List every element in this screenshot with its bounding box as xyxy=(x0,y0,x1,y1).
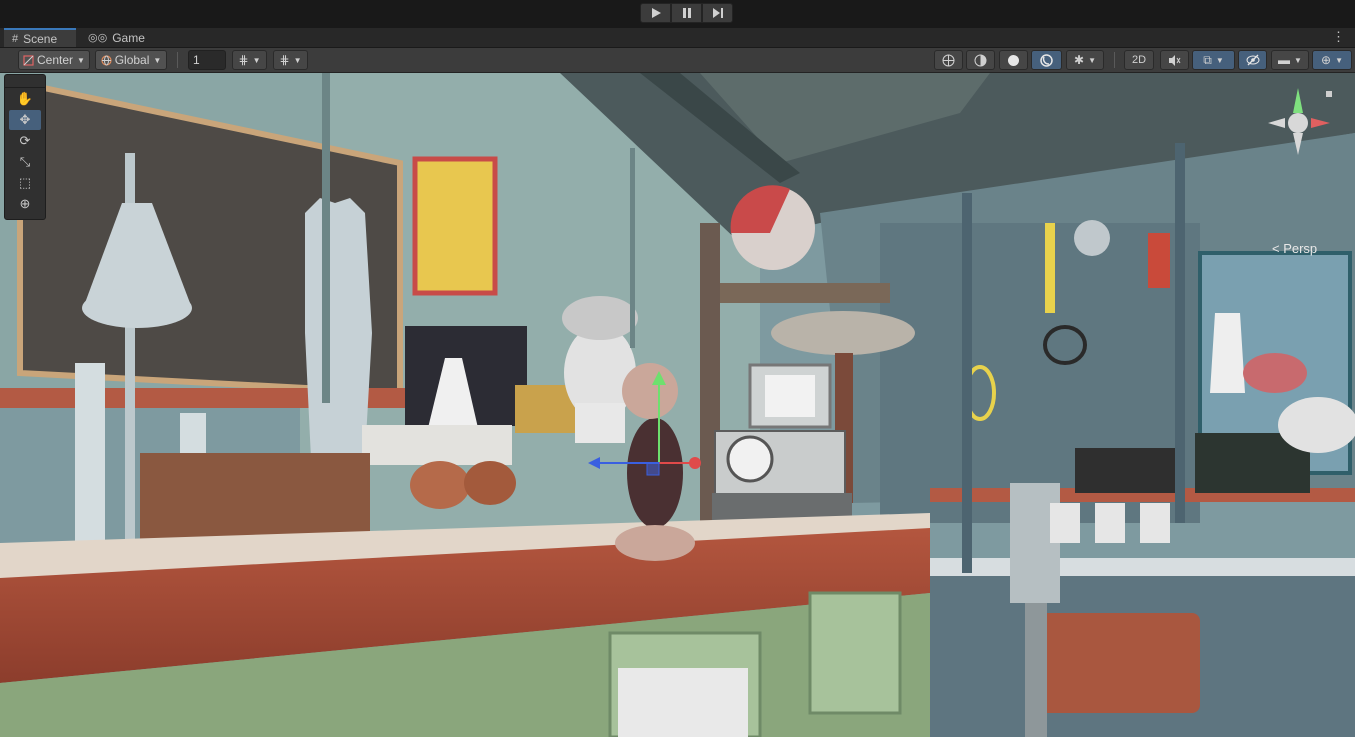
chevron-down-icon: ▼ xyxy=(252,55,261,65)
camera-icon: ▬ xyxy=(1278,53,1291,67)
grid-snapping-dropdown[interactable]: ⋕ ▼ xyxy=(232,50,267,70)
chevron-down-icon: ▼ xyxy=(293,55,302,65)
tab-game-label: Game xyxy=(112,30,145,45)
scene-render xyxy=(0,73,1355,737)
step-icon xyxy=(712,8,723,18)
effects-icon: ⧉ xyxy=(1203,52,1212,67)
rect-transform-icon: ⬚ xyxy=(18,175,32,190)
rect-tool-button[interactable]: ⬚ xyxy=(9,173,41,193)
pause-icon xyxy=(682,8,691,18)
hidden-eye-icon xyxy=(1246,54,1259,66)
tab-scene[interactable]: # Scene xyxy=(4,28,76,47)
chevron-down-icon: ▼ xyxy=(153,55,162,65)
audio-muted-icon xyxy=(1169,54,1181,66)
hand-tool-button[interactable]: ✋ xyxy=(9,89,41,109)
rotate-icon: ⟳ xyxy=(19,133,31,148)
shaded-wireframe-icon xyxy=(974,54,987,66)
scene-visibility-button[interactable] xyxy=(1238,50,1267,70)
view-tab-bar: # Scene ◎◎ Game ⋮ xyxy=(0,28,1355,48)
pivot-mode-dropdown[interactable]: Center ▼ xyxy=(18,50,90,70)
effects-dropdown[interactable]: ⧉ ▼ xyxy=(1192,50,1235,70)
pause-button[interactable] xyxy=(671,3,702,23)
shaded-wireframe-button[interactable] xyxy=(966,50,995,70)
toolbar-divider xyxy=(177,52,178,68)
transform-icon: ⊕ xyxy=(19,196,31,211)
solid-sphere-icon xyxy=(1008,54,1019,66)
palette-grip[interactable] xyxy=(5,75,45,88)
chevron-down-icon: ▼ xyxy=(77,55,85,65)
grid-size-field[interactable]: 1 xyxy=(188,50,226,70)
tab-scene-label: Scene xyxy=(23,31,58,46)
grid-icon: # xyxy=(12,32,19,45)
more-options-icon[interactable]: ⋮ xyxy=(1332,30,1345,44)
2d-mode-button[interactable]: 2D xyxy=(1124,50,1154,70)
lit-sphere-icon xyxy=(1040,53,1053,67)
scale-icon: ⤡ xyxy=(19,154,31,169)
grid-icon: ⋕ xyxy=(279,53,290,67)
gamepad-icon: ◎◎ xyxy=(88,32,108,44)
wireframe-sphere-icon xyxy=(942,54,955,66)
projection-toggle[interactable]: < Persp xyxy=(1272,241,1317,256)
tool-palette: ✋ ✥ ⟳ ⤡ ⬚ ⊕ xyxy=(4,74,46,220)
chevron-down-icon: ▼ xyxy=(1294,55,1302,65)
debug-draw-dropdown[interactable]: ✱ ▼ xyxy=(1066,50,1104,70)
grid-visibility-dropdown[interactable]: ⋕ ▼ xyxy=(273,50,308,70)
wireframe-shading-button[interactable] xyxy=(934,50,963,70)
chevron-down-icon: ▼ xyxy=(1088,55,1096,65)
space-mode-label: Global xyxy=(114,53,150,67)
play-icon xyxy=(651,8,661,18)
chevron-down-icon: ▼ xyxy=(1335,55,1343,65)
gizmos-icon: ⊕ xyxy=(1321,53,1332,67)
pivot-mode-label: Center xyxy=(37,53,74,67)
tab-game[interactable]: ◎◎ Game xyxy=(80,28,150,47)
space-mode-dropdown[interactable]: Global ▼ xyxy=(95,50,167,70)
play-controls xyxy=(640,3,733,23)
shaded-mode-button[interactable] xyxy=(1031,50,1062,70)
pivot-icon xyxy=(23,54,34,66)
play-button[interactable] xyxy=(640,3,671,23)
scene-viewport[interactable]: < Persp xyxy=(0,73,1355,737)
globe-icon xyxy=(101,54,112,66)
rotate-tool-button[interactable]: ⟳ xyxy=(9,131,41,151)
audio-toggle-button[interactable] xyxy=(1160,50,1189,70)
grid-snap-icon: ⋕ xyxy=(238,53,249,67)
scene-toolbar: Center ▼ Global ▼ 1 ⋕ ▼ ⋕ ▼ ✱ ▼ 2D ⧉ ▼ ▬ ▼ ⊕ ▼ xyxy=(0,48,1355,73)
scale-tool-button[interactable]: ⤡ xyxy=(9,152,41,172)
step-button[interactable] xyxy=(702,3,733,23)
chevron-down-icon: ▼ xyxy=(1215,55,1224,65)
unlit-shading-button[interactable] xyxy=(999,50,1028,70)
gizmos-dropdown[interactable]: ⊕ ▼ xyxy=(1312,50,1352,70)
play-mode-bar xyxy=(0,0,1355,28)
camera-settings-dropdown[interactable]: ▬ ▼ xyxy=(1271,50,1309,70)
move-icon: ✥ xyxy=(19,112,31,127)
hand-icon: ✋ xyxy=(16,91,34,106)
transform-tool-button[interactable]: ⊕ xyxy=(9,194,41,214)
move-tool-button[interactable]: ✥ xyxy=(9,110,41,130)
toolbar-divider xyxy=(1114,52,1115,68)
bug-icon: ✱ xyxy=(1074,53,1085,67)
